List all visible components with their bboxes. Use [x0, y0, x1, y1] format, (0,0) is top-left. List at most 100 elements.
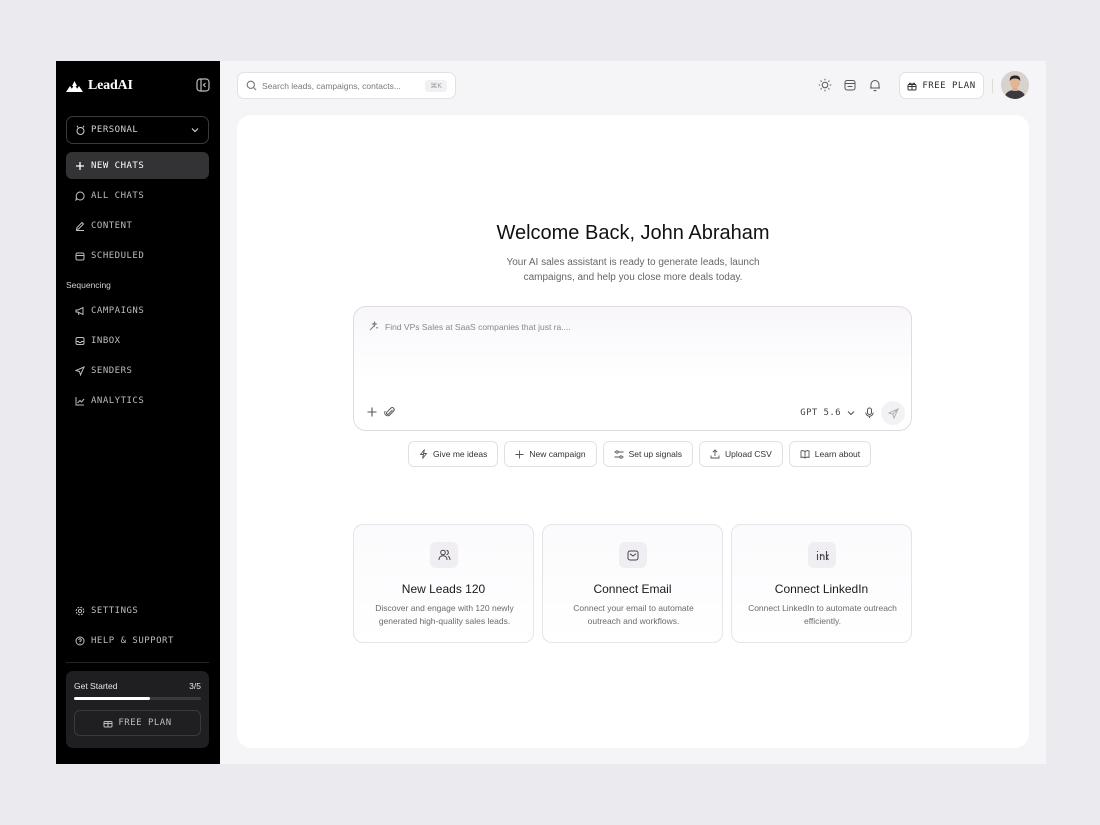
logo-icon: [66, 80, 83, 92]
page-subtitle: Your AI sales assistant is ready to gene…: [506, 257, 760, 283]
sidebar-item-all-chats[interactable]: ALL CHATS: [66, 182, 209, 209]
search-icon: [246, 80, 257, 91]
mail-icon: [627, 550, 639, 560]
get-started-count: 3/5: [189, 681, 201, 691]
search-shortcut: ⌘K: [425, 79, 447, 92]
card-icon-wrap: [619, 542, 647, 568]
send-icon: [75, 365, 85, 376]
calendar-icon[interactable]: [843, 78, 857, 92]
prompt-composer[interactable]: Find VPs Sales at SaaS companies that ju…: [353, 306, 912, 431]
chip-label: Set up signals: [628, 449, 682, 459]
card-icon-wrap: [430, 542, 458, 568]
sidebar-item-label: ALL CHATS: [91, 190, 145, 201]
card-description: Connect LinkedIn to automate outreach ef…: [748, 603, 897, 626]
header-divider: [992, 79, 993, 93]
app-window: LeadAI PERSONAL NEW CHATS ALL CHATS CONT…: [56, 61, 1046, 764]
get-started-label: Get Started: [74, 681, 118, 691]
upload-icon: [710, 449, 720, 459]
microphone-icon[interactable]: [864, 407, 875, 419]
model-selector[interactable]: GPT 5.6: [800, 408, 841, 418]
card-title: Connect LinkedIn: [774, 582, 869, 596]
send-button[interactable]: [881, 401, 905, 425]
sidebar-item-settings[interactable]: SETTINGS: [66, 597, 209, 624]
book-icon: [800, 450, 810, 459]
chevron-down-icon: [191, 128, 199, 133]
prompt-placeholder: Find VPs Sales at SaaS companies that ju…: [385, 321, 571, 332]
inbox-icon: [75, 336, 85, 345]
avatar[interactable]: [1001, 71, 1029, 99]
send-icon: [887, 407, 899, 419]
chevron-down-icon[interactable]: [846, 408, 856, 418]
progress-fill: [74, 697, 151, 700]
chip-set-up-signals[interactable]: Set up signals: [602, 441, 693, 467]
user-avatar-icon: [1001, 71, 1029, 99]
sidebar-item-label: NEW CHATS: [91, 160, 145, 171]
chip-label: Give me ideas: [433, 449, 488, 459]
bolt-icon: [419, 449, 428, 459]
sidebar: LeadAI PERSONAL NEW CHATS ALL CHATS CONT…: [56, 61, 220, 764]
workspace-label: PERSONAL: [91, 125, 139, 135]
chip-new-campaign[interactable]: New campaign: [504, 441, 597, 467]
card-description: Connect your email to automate outreach …: [573, 603, 694, 626]
get-started-progress: [74, 697, 201, 700]
chip-label: Upload CSV: [724, 449, 772, 459]
gift-icon: [103, 721, 113, 728]
page-title: Welcome Back, John Abraham: [496, 222, 770, 244]
card-connect-linkedin[interactable]: Connect LinkedIn Connect LinkedIn to aut…: [731, 524, 912, 643]
pen-icon: [75, 221, 85, 231]
sidebar-item-label: ANALYTICS: [91, 395, 145, 406]
sidebar-item-help[interactable]: HELP & SUPPORT: [66, 627, 209, 654]
suggestion-chips: Give me ideas New campaign Set up signal…: [408, 441, 872, 467]
free-plan-label: FREE PLAN: [118, 718, 172, 728]
free-plan-button-sidebar[interactable]: FREE PLAN: [74, 710, 201, 736]
sliders-icon: [614, 449, 624, 459]
sidebar-item-new-chats[interactable]: NEW CHATS: [66, 152, 209, 179]
sidebar-item-scheduled[interactable]: SCHEDULED: [66, 242, 209, 269]
card-description: Discover and engage with 120 newly gener…: [375, 603, 514, 626]
calendar-icon: [75, 252, 85, 260]
workspace-selector[interactable]: PERSONAL: [66, 116, 209, 144]
get-started-card: Get Started 3/5 FREE PLAN: [66, 671, 209, 748]
sidebar-item-analytics[interactable]: ANALYTICS: [66, 387, 209, 414]
chip-label: Learn about: [814, 449, 861, 459]
sidebar-item-label: SENDERS: [91, 365, 133, 376]
sidebar-item-label: INBOX: [91, 335, 121, 346]
chip-upload-csv[interactable]: Upload CSV: [698, 441, 783, 467]
card-title: New Leads 120: [401, 582, 486, 596]
chart-icon: [75, 396, 85, 405]
main-panel: Welcome Back, John Abraham Your AI sales…: [237, 115, 1029, 748]
section-label-sequencing: Sequencing: [66, 280, 111, 290]
chip-learn-about[interactable]: Learn about: [788, 441, 872, 467]
gift-icon: [907, 82, 917, 90]
free-plan-button[interactable]: FREE PLAN: [899, 72, 984, 99]
linkedin-icon: [816, 550, 829, 560]
sidebar-item-campaigns[interactable]: CAMPAIGNS: [66, 297, 209, 324]
sidebar-item-inbox[interactable]: INBOX: [66, 327, 209, 354]
megaphone-icon: [75, 306, 84, 315]
chat-icon: [75, 190, 85, 201]
sparkle-icon: [369, 321, 378, 331]
chip-give-me-ideas[interactable]: Give me ideas: [408, 441, 499, 467]
help-icon: [75, 636, 85, 645]
logo[interactable]: LeadAI: [66, 77, 210, 95]
sidebar-collapse-icon[interactable]: [196, 78, 210, 92]
card-title: Connect Email: [593, 582, 672, 596]
plus-icon: [76, 161, 84, 170]
search-input[interactable]: Search leads, campaigns, contacts... ⌘K: [237, 72, 456, 99]
plus-icon[interactable]: [366, 406, 378, 418]
sidebar-item-label: SETTINGS: [91, 605, 139, 616]
plus-icon: [515, 450, 524, 458]
card-new-leads[interactable]: New Leads 120 Discover and engage with 1…: [353, 524, 534, 643]
sidebar-item-senders[interactable]: SENDERS: [66, 357, 209, 384]
card-icon-wrap: [808, 542, 836, 568]
bell-icon[interactable]: [868, 78, 882, 92]
sidebar-item-content[interactable]: CONTENT: [66, 212, 209, 239]
attachment-icon[interactable]: [384, 406, 396, 418]
sun-icon[interactable]: [818, 78, 832, 92]
users-icon: [438, 549, 450, 561]
prompt-input[interactable]: Find VPs Sales at SaaS companies that ju…: [368, 321, 571, 332]
card-connect-email[interactable]: Connect Email Connect your email to auto…: [542, 524, 723, 643]
app-name: LeadAI: [88, 78, 133, 93]
search-placeholder: Search leads, campaigns, contacts...: [262, 80, 401, 91]
sidebar-item-label: CAMPAIGNS: [91, 305, 145, 316]
